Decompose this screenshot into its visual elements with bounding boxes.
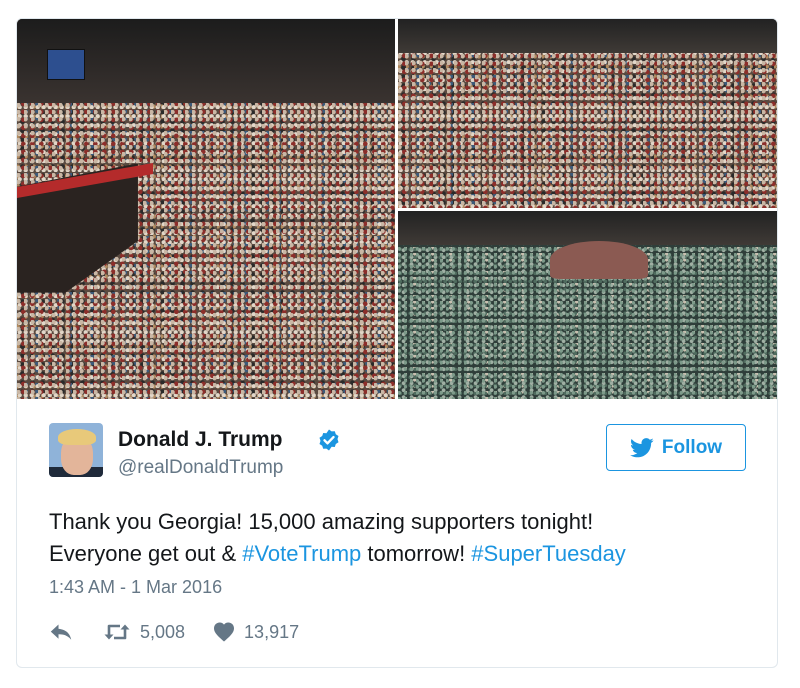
like-button[interactable]: 13,917	[213, 622, 299, 643]
avatar[interactable]	[49, 423, 103, 477]
hashtag-link-supertuesday[interactable]: #SuperTuesday	[471, 541, 626, 566]
avatar-hair	[58, 429, 96, 445]
rally-stage	[549, 241, 649, 279]
tweet-text: Thank you Georgia! 15,000 amazing suppor…	[49, 506, 749, 570]
rally-photo-2[interactable]	[398, 19, 777, 208]
heart-icon	[214, 622, 235, 642]
reply-button[interactable]	[49, 622, 73, 642]
like-count: 13,917	[244, 621, 300, 642]
tweet-text-line-2: Everyone get out & #VoteTrump tomorrow! …	[49, 538, 749, 570]
hashtag-link-votetrump[interactable]: #VoteTrump	[242, 541, 361, 566]
author-name[interactable]: Donald J. Trump	[118, 428, 283, 452]
verified-badge-icon	[319, 429, 339, 451]
rally-photo-3[interactable]	[398, 211, 777, 399]
embedded-tweet-card: Donald J. Trump @realDonaldTrump Follow …	[16, 18, 778, 668]
follow-button[interactable]: Follow	[606, 424, 746, 471]
tweet-text-segment: Everyone get out &	[49, 541, 243, 566]
author-handle[interactable]: @realDonaldTrump	[118, 457, 283, 479]
retweet-count: 5,008	[140, 621, 186, 642]
arena-rafters	[398, 19, 777, 54]
tweet-photo-grid	[17, 19, 777, 399]
arena-scoreboard	[47, 49, 86, 80]
follow-button-label: Follow	[661, 436, 723, 458]
rally-photo-1[interactable]	[17, 19, 395, 399]
retweet-icon	[104, 624, 130, 640]
arena-rafters	[398, 211, 777, 245]
tweet-timestamp[interactable]: 1:43 AM - 1 Mar 2016	[49, 577, 222, 598]
reply-icon	[50, 624, 72, 640]
tweet-actions: 5,008 13,917	[49, 619, 299, 645]
tweet-text-line-1: Thank you Georgia! 15,000 amazing suppor…	[49, 509, 594, 534]
twitter-bird-icon	[629, 437, 654, 457]
tweet-text-segment: tomorrow!	[361, 541, 472, 566]
retweet-button[interactable]: 5,008	[103, 622, 185, 643]
photo-divider	[398, 208, 777, 211]
